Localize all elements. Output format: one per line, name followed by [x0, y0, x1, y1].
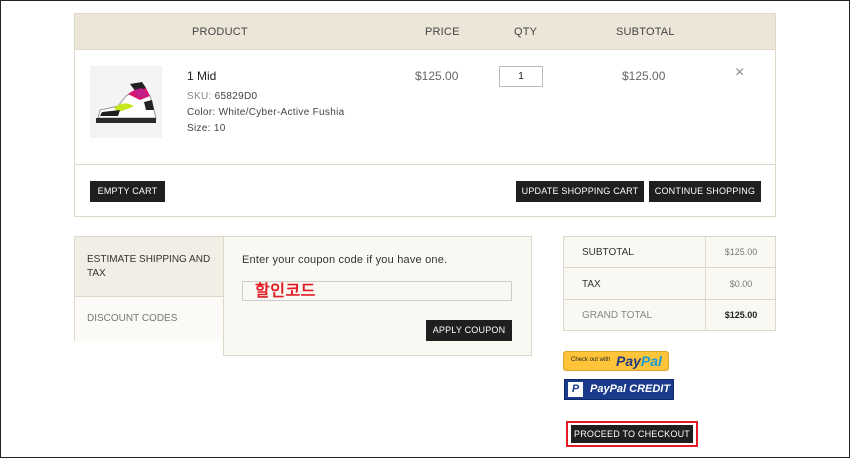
continue-shopping-button[interactable]: CONTINUE SHOPPING — [649, 181, 761, 202]
subtotal-value: $125.00 — [705, 237, 776, 267]
empty-cart-button[interactable]: EMPTY CART — [90, 181, 165, 202]
proceed-to-checkout-button[interactable]: PROCEED TO CHECKOUT — [571, 425, 693, 443]
paypal-p-icon: P — [568, 382, 583, 397]
totals-row-subtotal: SUBTOTAL $125.00 — [564, 237, 775, 268]
color-label: Color: — [187, 107, 216, 118]
order-totals: SUBTOTAL $125.00 TAX $0.00 GRAND TOTAL $… — [563, 236, 776, 331]
totals-row-tax: TAX $0.00 — [564, 269, 775, 300]
quantity-input[interactable] — [499, 66, 543, 87]
header-price: PRICE — [425, 26, 460, 38]
product-image[interactable] — [90, 66, 162, 138]
item-price: $125.00 — [415, 69, 459, 83]
tax-value: $0.00 — [705, 269, 776, 299]
paypal-checkout-button[interactable]: Check out with PayPal — [563, 351, 669, 371]
grand-total-label: GRAND TOTAL — [582, 310, 653, 321]
size-label: Size: — [187, 123, 211, 134]
coupon-prompt: Enter your coupon code if you have one. — [242, 254, 448, 266]
cart-tabs: ESTIMATE SHIPPING AND TAX DISCOUNT CODES — [74, 236, 224, 341]
cart-header: PRODUCT PRICE QTY SUBTOTAL — [75, 14, 775, 50]
size-value: 10 — [213, 123, 226, 134]
sku-value: 65829D0 — [214, 91, 258, 102]
header-product: PRODUCT — [192, 26, 248, 38]
header-qty: QTY — [514, 26, 538, 38]
sku-label: SKU: — [187, 91, 212, 102]
product-sku: SKU: 65829D0 — [187, 91, 257, 102]
cart-table: PRODUCT PRICE QTY SUBTOTAL 1 Mid SKU: 65… — [74, 13, 776, 217]
item-subtotal: $125.00 — [622, 69, 666, 83]
paypal-logo: PayPal — [616, 353, 662, 369]
tab-estimate-shipping[interactable]: ESTIMATE SHIPPING AND TAX — [75, 237, 224, 297]
apply-coupon-button[interactable]: APPLY COUPON — [426, 320, 512, 341]
coupon-code-input[interactable]: 할인코드 — [242, 281, 512, 301]
paypal-credit-label: PayPal CREDIT — [590, 383, 671, 395]
product-size: Size: 10 — [187, 123, 226, 134]
paypal-checkout-text: Check out with — [571, 357, 611, 363]
tax-label: TAX — [582, 279, 601, 290]
totals-row-grand-total: GRAND TOTAL $125.00 — [564, 300, 775, 331]
subtotal-label: SUBTOTAL — [582, 247, 634, 258]
paypal-credit-button[interactable]: P PayPal CREDIT — [564, 379, 674, 400]
header-subtotal: SUBTOTAL — [616, 26, 675, 38]
remove-item-icon[interactable]: × — [735, 64, 744, 82]
coupon-panel: Enter your coupon code if you have one. … — [223, 236, 532, 356]
coupon-annotation: 할인코드 — [255, 283, 316, 300]
color-value: White/Cyber-Active Fushia — [218, 107, 345, 118]
grand-total-value: $125.00 — [705, 300, 776, 331]
update-cart-button[interactable]: UPDATE SHOPPING CART — [516, 181, 644, 202]
product-name[interactable]: 1 Mid — [187, 69, 216, 83]
tab-discount-codes[interactable]: DISCOUNT CODES — [75, 297, 224, 341]
cart-item-row: 1 Mid SKU: 65829D0 Color: White/Cyber-Ac… — [75, 50, 775, 165]
sneaker-icon — [90, 66, 162, 138]
product-color: Color: White/Cyber-Active Fushia — [187, 107, 344, 118]
